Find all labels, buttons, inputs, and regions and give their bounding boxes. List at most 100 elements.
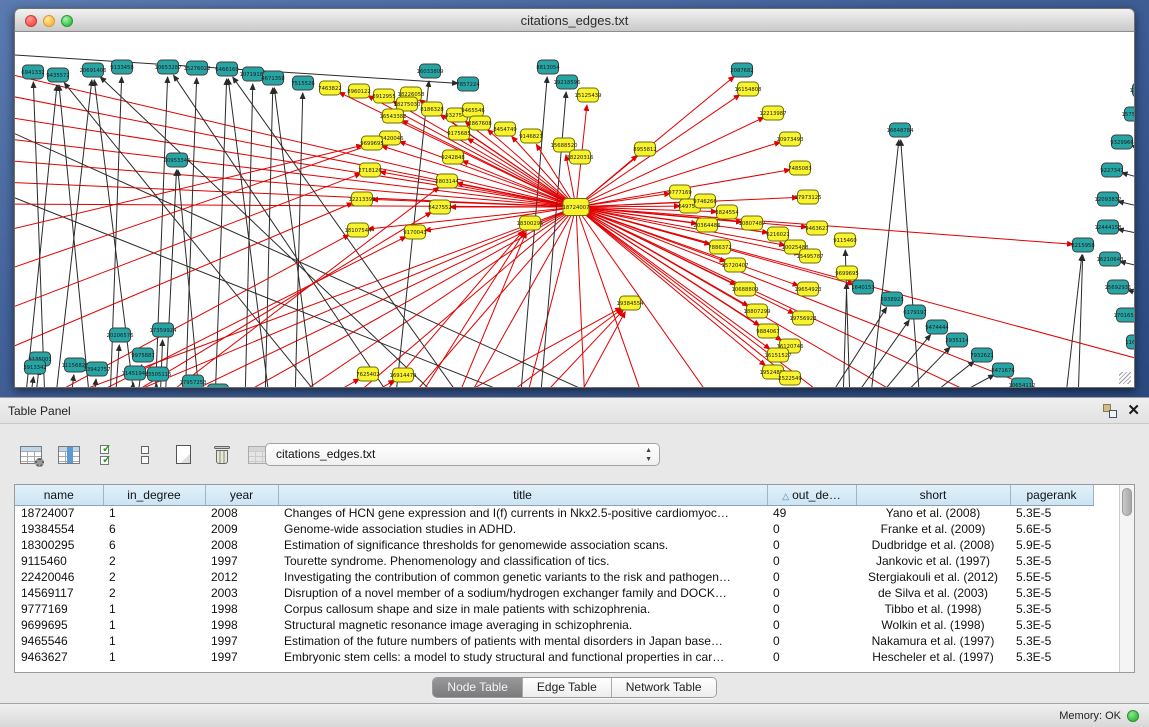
table-cell[interactable]: 2 [103, 585, 205, 601]
graph-node[interactable]: 4671358 [261, 71, 285, 85]
graph-node[interactable]: 10807487 [739, 216, 766, 230]
table-cell[interactable]: 5.3E-5 [1010, 617, 1093, 633]
graph-node[interactable]: 16958107 [205, 384, 232, 388]
column-header-indegree[interactable]: in_degree [103, 485, 205, 505]
show-columns-icon[interactable] [58, 443, 82, 467]
table-cell[interactable]: 6 [103, 521, 205, 537]
table-cell[interactable]: 14569117 [15, 585, 103, 601]
table-cell[interactable]: 9777169 [15, 601, 103, 617]
table-cell[interactable]: 1997 [205, 553, 278, 569]
table-cell[interactable]: Wolkin et al. (1998) [856, 617, 1010, 633]
graph-node[interactable]: 20691406 [80, 63, 108, 77]
graph-node[interactable]: 13942757 [84, 362, 111, 376]
table-cell[interactable]: Tibbo et al. (1998) [856, 601, 1010, 617]
graph-node[interactable]: 2522549 [778, 371, 802, 385]
graph-node[interactable]: 2087682 [730, 63, 754, 77]
graph-node[interactable]: 17957253 [180, 375, 207, 388]
column-header-year[interactable]: year [205, 485, 278, 505]
table-cell[interactable]: 49 [767, 505, 856, 521]
unselect-all-columns-icon[interactable] [134, 443, 158, 467]
table-selector-dropdown[interactable]: citations_edges.txt ▲▼ [265, 443, 660, 466]
table-cell[interactable]: 0 [767, 585, 856, 601]
table-cell[interactable]: 2008 [205, 505, 278, 521]
graph-node[interactable]: 9175685 [447, 126, 471, 140]
graph-node[interactable]: 9146821 [519, 129, 543, 143]
table-cell[interactable]: Franke et al. (2009) [856, 521, 1010, 537]
graph-node[interactable]: 10653287 [155, 60, 182, 74]
graph-node[interactable]: 6941332 [21, 65, 45, 79]
graph-node[interactable]: 15125439 [575, 88, 602, 102]
graph-node[interactable]: 8427552 [428, 200, 452, 214]
column-header-short[interactable]: short [856, 485, 1010, 505]
table-cell[interactable]: 5.3E-5 [1010, 553, 1093, 569]
table-cell[interactable]: 1 [103, 601, 205, 617]
table-cell[interactable]: 9463627 [15, 649, 103, 665]
table-cell[interactable]: 6 [103, 537, 205, 553]
graph-node[interactable]: 17359924 [150, 323, 178, 337]
table-cell[interactable]: 2 [103, 553, 205, 569]
graph-node[interactable]: 17973125 [795, 190, 822, 204]
table-cell[interactable]: de Silva et al. (2003) [856, 585, 1010, 601]
table-cell[interactable]: Corpus callosum shape and size in male p… [278, 601, 767, 617]
graph-node[interactable]: 7886372 [708, 240, 732, 254]
tab-network-table[interactable]: Network Table [612, 678, 716, 697]
graph-node[interactable]: 16210643 [1097, 252, 1124, 266]
table-cell[interactable]: 0 [767, 521, 856, 537]
graph-node[interactable]: 9463627 [805, 221, 829, 235]
graph-node[interactable]: 10654112 [1009, 378, 1036, 388]
graph-node[interactable]: 9975887 [131, 348, 155, 362]
graph-node[interactable]: 11173044 [1130, 83, 1135, 97]
table-cell[interactable]: 0 [767, 633, 856, 649]
table-row[interactable]: 1872400712008Changes of HCN gene express… [15, 505, 1119, 521]
network-window[interactable]: citations_edges.txt 18724007896012289129… [14, 8, 1135, 388]
table-cell[interactable]: 0 [767, 537, 856, 553]
table-cell[interactable]: 5.9E-5 [1010, 537, 1093, 553]
table-row[interactable]: 977716911998Corpus callosum shape and si… [15, 601, 1119, 617]
table-cell[interactable]: Tourette syndrome. Phenomenology and cla… [278, 553, 767, 569]
table-cell[interactable]: Estimation of the future numbers of pati… [278, 633, 767, 649]
table-cell[interactable]: Genome-wide association studies in ADHD. [278, 521, 767, 537]
table-cell[interactable]: 18724007 [15, 505, 103, 521]
graph-node[interactable]: 16543382 [380, 109, 407, 123]
new-column-icon[interactable] [172, 443, 196, 467]
tab-edge-table[interactable]: Edge Table [523, 678, 612, 697]
table-cell[interactable]: Nakamura et al. (1997) [856, 633, 1010, 649]
resize-grip[interactable] [1119, 372, 1131, 384]
graph-node[interactable]: 9699695 [835, 266, 859, 280]
graph-node[interactable]: 9133458 [110, 60, 134, 74]
column-header-title[interactable]: title [278, 485, 767, 505]
table-cell[interactable]: 0 [767, 569, 856, 585]
table-cell[interactable]: 1 [103, 649, 205, 665]
table-cell[interactable]: 1997 [205, 649, 278, 665]
graph-node[interactable]: 18107544 [345, 223, 373, 237]
table-row[interactable]: 1938455462009Genome-wide association stu… [15, 521, 1119, 537]
graph-node[interactable]: 9329966 [1110, 135, 1134, 149]
graph-node[interactable]: 15751074 [1122, 107, 1135, 121]
select-all-columns-icon[interactable]: ✓✓ [96, 443, 120, 467]
float-panel-icon[interactable] [1103, 404, 1117, 418]
table-cell[interactable]: 9699695 [15, 617, 103, 633]
graph-node[interactable]: 9777169 [668, 185, 692, 199]
graph-node[interactable]: 15495787 [797, 249, 824, 263]
table-row[interactable]: 946362711997Embryonic stem cells: a mode… [15, 649, 1119, 665]
table-cell[interactable]: 18300295 [15, 537, 103, 553]
table-cell[interactable]: 5.5E-5 [1010, 569, 1093, 585]
table-cell[interactable]: 2008 [205, 537, 278, 553]
graph-node[interactable]: 9242848 [441, 150, 465, 164]
graph-node[interactable]: 9170043 [403, 225, 427, 239]
table-cell[interactable]: 9465546 [15, 633, 103, 649]
table-cell[interactable]: Disruption of a novel member of a sodium… [278, 585, 767, 601]
table-cell[interactable]: Yano et al. (2008) [856, 505, 1010, 521]
graph-node[interactable]: 9227341 [1100, 163, 1124, 177]
graph-node[interactable]: 19654923 [795, 282, 822, 296]
table-cell[interactable]: 0 [767, 617, 856, 633]
table-cell[interactable]: 5.3E-5 [1010, 601, 1093, 617]
table-cell[interactable]: 2 [103, 569, 205, 585]
table-cell[interactable]: 19384554 [15, 521, 103, 537]
graph-node[interactable]: 12093832 [1095, 192, 1122, 206]
table-cell[interactable]: 2003 [205, 585, 278, 601]
graph-node[interactable]: 8454749 [493, 122, 517, 136]
node-table[interactable]: namein_degreeyeartitle△out_de…shortpager… [15, 485, 1120, 665]
table-cell[interactable]: 5.3E-5 [1010, 649, 1093, 665]
table-cell[interactable]: 1 [103, 505, 205, 521]
